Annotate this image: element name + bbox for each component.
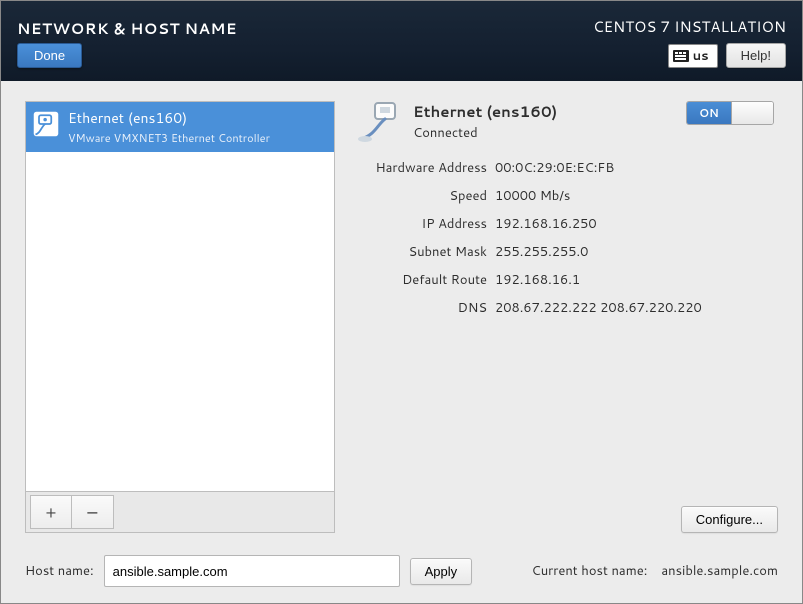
speed-label: Speed [357,187,487,205]
installer-title: CENTOS 7 INSTALLATION [593,16,786,37]
interface-list[interactable]: Ethernet (ens160) VMware VMXNET3 Etherne… [25,101,335,491]
subnet-mask-label: Subnet Mask [357,243,487,261]
add-interface-button[interactable]: + [30,495,72,529]
apply-hostname-button[interactable]: Apply [410,558,473,585]
toggle-knob [731,102,773,124]
hw-address-label: Hardware Address [357,159,487,177]
network-hostname-screen: NETWORK & HOST NAME CENTOS 7 INSTALLATIO… [0,0,803,604]
default-route-value: 192.168.16.1 [495,271,778,289]
subnet-mask-value: 255.255.255.0 [495,243,778,261]
detail-properties: Hardware Address 00:0C:29:0E:EC:FB Speed… [357,159,778,317]
dns-value: 208.67.222.222 208.67.220.220 [495,299,778,317]
interface-toggle[interactable]: ON [686,101,774,125]
keyboard-layout-indicator[interactable]: us [668,44,718,68]
hw-address-value: 00:0C:29:0E:EC:FB [495,159,778,177]
default-route-label: Default Route [357,271,487,289]
interface-item-label: Ethernet (ens160) [68,108,270,128]
keyboard-icon [673,50,689,62]
ethernet-icon [355,101,403,145]
hostname-input[interactable] [104,555,400,587]
done-button[interactable]: Done [17,43,82,68]
hostname-row: Host name: Apply Current host name: ansi… [25,555,778,587]
detail-interface-status: Connected [413,124,557,142]
interface-item-ens160[interactable]: Ethernet (ens160) VMware VMXNET3 Etherne… [26,102,334,152]
page-title: NETWORK & HOST NAME [17,18,237,39]
current-hostname-value: ansible.sample.com [661,562,778,580]
header-bar: NETWORK & HOST NAME CENTOS 7 INSTALLATIO… [1,1,802,81]
interface-item-sublabel: VMware VMXNET3 Ethernet Controller [68,130,270,146]
content-area: Ethernet (ens160) VMware VMXNET3 Etherne… [1,81,802,603]
detail-interface-title: Ethernet (ens160) [413,101,557,122]
speed-value: 10000 Mb/s [495,187,778,205]
current-hostname-label: Current host name: [531,562,647,580]
ip-address-label: IP Address [357,215,487,233]
interface-panel: Ethernet (ens160) VMware VMXNET3 Etherne… [25,101,335,533]
hostname-input-label: Host name: [25,562,94,580]
ethernet-icon [32,110,60,138]
dns-label: DNS [357,299,487,317]
ip-address-value: 192.168.16.250 [495,215,778,233]
interface-detail-panel: Ethernet (ens160) Connected ON Hardware … [349,101,778,533]
remove-interface-button[interactable]: − [72,495,114,529]
toggle-on-label: ON [687,102,731,124]
help-button[interactable]: Help! [726,43,786,68]
keyboard-layout-label: us [693,47,709,65]
configure-button[interactable]: Configure... [681,506,778,533]
interface-list-toolbar: + − [25,491,335,533]
